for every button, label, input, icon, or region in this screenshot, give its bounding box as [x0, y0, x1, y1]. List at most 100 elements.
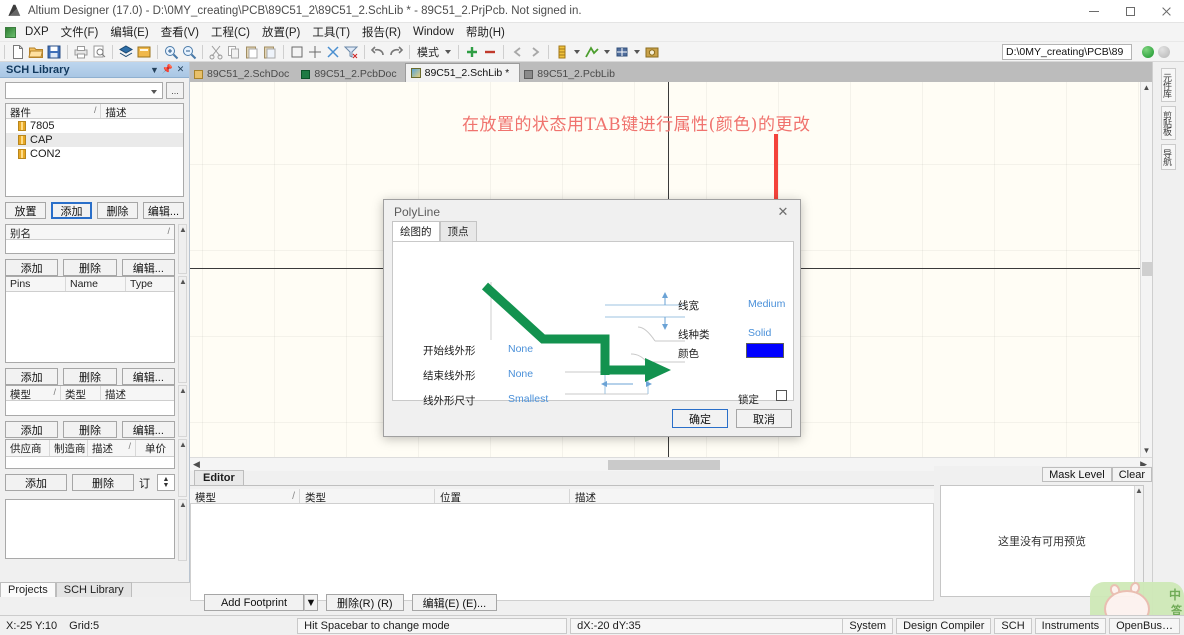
pins-scrollbar[interactable]: ▲ [178, 276, 187, 383]
browse-button[interactable]: ... [166, 82, 184, 99]
list-item[interactable]: CAP [6, 133, 183, 147]
column-header-name[interactable]: Name [66, 277, 126, 291]
menu-item-window[interactable]: Window [407, 25, 460, 39]
document-tab-schlib[interactable]: 89C51_2.SchLib * [404, 63, 521, 82]
scroll-down-icon[interactable]: ▼ [1141, 445, 1152, 457]
value-line-width[interactable]: Medium [748, 298, 785, 310]
add-component-button[interactable]: 添加 [51, 202, 92, 219]
print-preview-icon[interactable] [91, 44, 107, 60]
add-pin-button[interactable]: 添加 [5, 368, 59, 385]
panel-button-openbus[interactable]: OpenBus… [1109, 617, 1180, 634]
grid-icon[interactable] [614, 44, 630, 60]
mode-button[interactable]: 模式 [414, 44, 442, 60]
menu-item-reports[interactable]: 报告(R) [356, 23, 407, 41]
mode-chevron-down-icon[interactable] [445, 49, 451, 54]
menu-item-edit[interactable]: 编辑(E) [104, 23, 154, 41]
component-chevron-down-icon[interactable] [574, 49, 580, 54]
canvas-vertical-scrollbar[interactable]: ▲ ▼ [1140, 82, 1152, 457]
undo-icon[interactable] [370, 44, 386, 60]
cancel-button[interactable]: 取消 [736, 409, 792, 428]
menu-item-place[interactable]: 放置(P) [256, 23, 306, 41]
tab-graphical[interactable]: 绘图的 [392, 221, 440, 241]
column-header-model[interactable]: 模型 / [190, 489, 300, 503]
pins-grid-body[interactable] [6, 292, 174, 362]
column-header-model-type[interactable]: 类型 [61, 386, 101, 400]
models-scrollbar[interactable]: ▲ [178, 385, 187, 437]
dialog-close-icon[interactable]: ✕ [766, 200, 800, 224]
panel-button-sch[interactable]: SCH [994, 617, 1032, 634]
column-header-model-desc[interactable]: 描述 [101, 386, 170, 400]
menu-item-tools[interactable]: 工具(T) [306, 23, 356, 41]
zoom-in-icon[interactable] [163, 44, 179, 60]
new-document-icon[interactable] [10, 44, 26, 60]
locked-checkbox[interactable] [776, 390, 787, 401]
zoom-out-icon[interactable] [181, 44, 197, 60]
scroll-left-icon[interactable]: ◀ [190, 459, 203, 470]
close-button[interactable] [1148, 0, 1184, 23]
search-input[interactable] [5, 82, 163, 99]
tab-editor[interactable]: Editor [194, 470, 244, 485]
tab-projects[interactable]: Projects [0, 582, 56, 597]
document-tab-pcblib[interactable]: 89C51_2.PcbLib [520, 66, 623, 82]
forward-arrow-icon[interactable] [527, 44, 543, 60]
panel-button-system[interactable]: System [842, 617, 894, 634]
suppliers-scrollbar[interactable]: ▲ [178, 439, 187, 497]
menu-item-file[interactable]: 文件(F) [55, 23, 105, 41]
select-area-icon[interactable] [289, 44, 305, 60]
editor-grid-body[interactable] [190, 504, 934, 601]
add-supplier-button[interactable]: 添加 [5, 474, 67, 491]
add-footprint-chevron-down-icon[interactable]: ▼ [304, 594, 318, 611]
column-header-location[interactable]: 位置 [435, 489, 570, 503]
column-header-pins[interactable]: Pins [6, 277, 66, 291]
maximize-button[interactable] [1112, 0, 1148, 23]
extra-scrollbar[interactable]: ▲ [178, 499, 187, 561]
list-item[interactable]: 7805 [6, 119, 183, 133]
document-board-icon[interactable] [136, 44, 152, 60]
list-item[interactable]: CON2 [6, 147, 183, 161]
menu-item-dxp[interactable]: DXP [19, 25, 55, 39]
clear-filter-icon[interactable] [343, 44, 359, 60]
edit-component-button[interactable]: 编辑... [143, 202, 184, 219]
add-alias-button[interactable]: 添加 [5, 259, 59, 276]
copy-icon[interactable] [226, 44, 242, 60]
value-line-style[interactable]: Solid [748, 327, 771, 339]
edit-model-button[interactable]: 编辑... [121, 421, 175, 438]
panel-close-icon[interactable]: ✕ [175, 64, 186, 75]
order-quantity-stepper[interactable]: ▲ ▼ [157, 474, 175, 491]
deselect-icon[interactable] [325, 44, 341, 60]
value-start-line-shape[interactable]: None [508, 343, 533, 355]
color-swatch-button[interactable] [746, 343, 784, 358]
panel-pin-icon[interactable]: 📌 [162, 64, 173, 75]
document-tab-schdoc[interactable]: 89C51_2.SchDoc [190, 66, 298, 82]
aliases-grid-body[interactable] [6, 240, 174, 253]
models-grid-body[interactable] [6, 401, 174, 415]
tab-vertices[interactable]: 顶点 [439, 221, 477, 241]
place-button[interactable]: 放置 [5, 202, 46, 219]
delete-model-button[interactable]: 删除 [63, 421, 117, 438]
value-line-shape-size[interactable]: Smallest [508, 393, 548, 405]
delete-supplier-button[interactable]: 删除 [72, 474, 134, 491]
footprint-chevron-down-icon[interactable] [604, 49, 610, 54]
suppliers-grid-body[interactable] [6, 457, 174, 468]
horizontal-scroll-thumb[interactable] [608, 460, 720, 470]
menu-item-view[interactable]: 查看(V) [155, 23, 205, 41]
right-tab-clipboard[interactable]: 剪贴板 [1161, 106, 1176, 140]
right-tab-libraries[interactable]: 元件库 [1161, 68, 1176, 102]
clear-button[interactable]: Clear [1111, 466, 1152, 482]
minimize-button[interactable] [1076, 0, 1112, 23]
add-footprint-button[interactable]: Add Footprint [204, 594, 304, 611]
column-header-type[interactable]: Type [126, 277, 170, 291]
tab-sch-library[interactable]: SCH Library [55, 582, 132, 597]
cut-icon[interactable] [208, 44, 224, 60]
components-grid-body[interactable]: 7805 CAP CON2 [6, 119, 183, 196]
back-arrow-icon[interactable] [509, 44, 525, 60]
redo-icon[interactable] [388, 44, 404, 60]
column-header-supplier[interactable]: 供应商 [6, 440, 50, 456]
scroll-up-icon[interactable]: ▲ [1141, 82, 1152, 94]
snapshot-icon[interactable] [644, 44, 660, 60]
panel-dropdown-icon[interactable]: ▼ [149, 64, 160, 75]
delete-pin-button[interactable]: 删除 [63, 368, 117, 385]
add-model-button[interactable]: 添加 [5, 421, 59, 438]
edit-pin-button[interactable]: 编辑... [121, 368, 175, 385]
edit-alias-button[interactable]: 编辑... [121, 259, 175, 276]
